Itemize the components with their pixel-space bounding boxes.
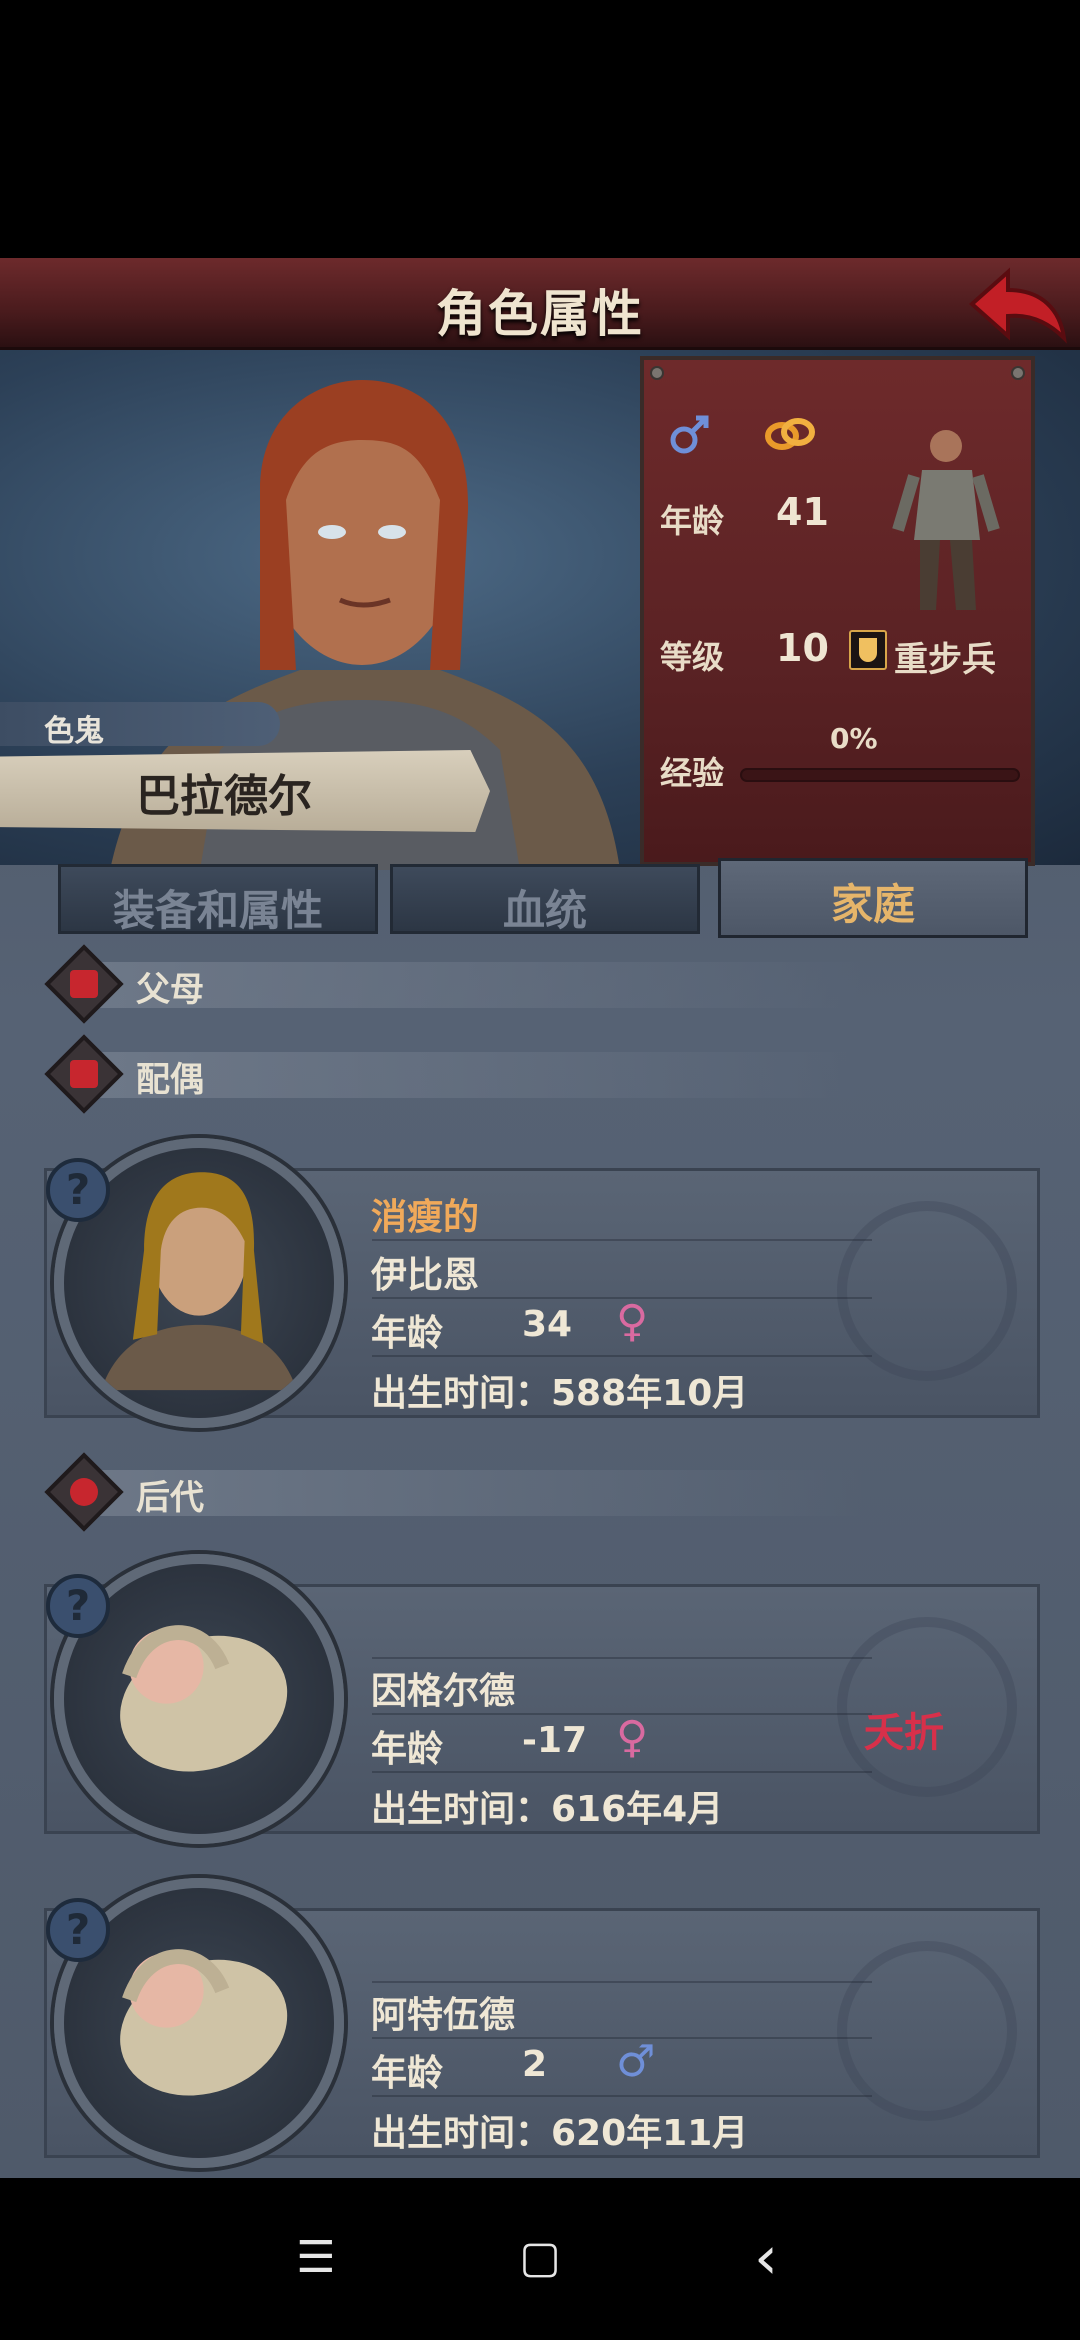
section-parents[interactable]: 父母 (44, 944, 1024, 1024)
child-age: -17 (522, 1720, 588, 1761)
help-icon[interactable]: ? (46, 1158, 110, 1222)
divider (372, 1771, 872, 1773)
tab-family[interactable]: 家庭 (718, 858, 1028, 938)
soldier-figure (892, 430, 1000, 610)
title-bar: 角色属性 (0, 258, 1080, 350)
section-label: 父母 (136, 970, 204, 1010)
character-screen: 角色属性 色鬼 巴拉德尔 年龄 41 等级 10 重步兵 0% 经验 装备和属性… (0, 258, 1080, 2178)
spouse-age: 34 (522, 1304, 573, 1345)
trait-tag: 色鬼 (0, 702, 280, 749)
page-title: 角色属性 (436, 285, 644, 343)
rings-icon (765, 418, 815, 450)
level-value: 10 (776, 626, 829, 670)
child-name: 阿特伍德 (371, 1995, 516, 2036)
stats-panel: 年龄 41 等级 10 重步兵 0% 经验 (640, 356, 1035, 866)
tab-label: 家庭 (830, 880, 915, 929)
tab-bloodline[interactable]: 血统 (390, 864, 700, 935)
name-plate: 巴拉德尔 (0, 750, 490, 832)
spade-icon (44, 1452, 124, 1532)
section-label: 后代 (136, 1478, 204, 1518)
divider (372, 1657, 872, 1659)
tab-label: 装备和属性 (112, 886, 323, 935)
menu-icon[interactable]: ☰ (286, 2228, 346, 2288)
xp-percent: 0% (830, 722, 878, 755)
character-name: 巴拉德尔 (136, 771, 312, 822)
spouse-card[interactable]: ? 消瘦的 伊比恩 年龄 34 ♀ 出生时间：588年10月 (44, 1138, 1040, 1428)
system-nav-bar: ☰ ▢ ‹ (0, 2178, 1080, 2340)
help-symbol: ? (65, 1165, 91, 1214)
trait-label: 色鬼 (44, 714, 104, 749)
age-label: 年龄 (371, 2053, 444, 2094)
tab-bar: 装备和属性 血统 家庭 (44, 858, 1034, 938)
back-icon[interactable]: ‹ (736, 2228, 796, 2288)
child-card[interactable]: ? 阿特伍德 年龄 2 ♂ 出生时间：620年11月 (44, 1878, 1040, 2168)
help-icon[interactable]: ? (46, 1898, 110, 1962)
death-status: 夭折 (864, 1710, 944, 1756)
spouse-trait: 消瘦的 (371, 1197, 480, 1238)
male-symbol-icon: ♂ (616, 2036, 656, 2087)
child-name: 因格尔德 (371, 1671, 516, 1712)
divider (372, 2095, 872, 2097)
child-card[interactable]: ? 因格尔德 年龄 -17 ♀ 出生时间：616年4月 夭折 (44, 1554, 1040, 1844)
celtic-knot-decoration (837, 1201, 1017, 1381)
level-label: 等级 (660, 638, 725, 676)
divider (372, 1355, 872, 1357)
xp-label: 经验 (660, 754, 725, 792)
age-label: 年龄 (371, 1313, 444, 1354)
heart-icon (44, 944, 124, 1024)
rivet (1011, 366, 1025, 380)
child-birth: 出生时间：620年11月 (371, 2113, 749, 2154)
hero-section: 色鬼 巴拉德尔 年龄 41 等级 10 重步兵 0% 经验 (0, 350, 1080, 870)
back-arrow-icon[interactable] (968, 264, 1068, 344)
divider (372, 1981, 872, 1983)
section-children[interactable]: 后代 (44, 1452, 1024, 1532)
age-label: 年龄 (371, 1729, 444, 1770)
age-label: 年龄 (660, 502, 725, 540)
female-symbol-icon: ♀ (616, 1712, 649, 1763)
tab-label: 血统 (502, 886, 587, 935)
celtic-knot-decoration (837, 1941, 1017, 2121)
rivet (650, 366, 664, 380)
help-symbol: ? (65, 1581, 91, 1630)
heart-icon (44, 1034, 124, 1114)
child-birth: 出生时间：616年4月 (371, 1789, 724, 1830)
home-icon[interactable]: ▢ (510, 2228, 570, 2288)
help-icon[interactable]: ? (46, 1574, 110, 1638)
section-label: 配偶 (136, 1060, 204, 1100)
tab-equipment[interactable]: 装备和属性 (58, 864, 378, 935)
male-symbol-icon (670, 415, 709, 454)
unit-type: 重步兵 (894, 640, 996, 680)
help-symbol: ? (65, 1905, 91, 1954)
child-age: 2 (522, 2044, 548, 2085)
section-spouse[interactable]: 配偶 (44, 1034, 1024, 1114)
spouse-birth: 出生时间：588年10月 (371, 1373, 749, 1414)
spouse-name: 伊比恩 (371, 1255, 480, 1296)
age-value: 41 (776, 490, 829, 534)
xp-bar (740, 768, 1020, 782)
female-symbol-icon: ♀ (616, 1296, 649, 1347)
shield-icon (849, 630, 887, 670)
